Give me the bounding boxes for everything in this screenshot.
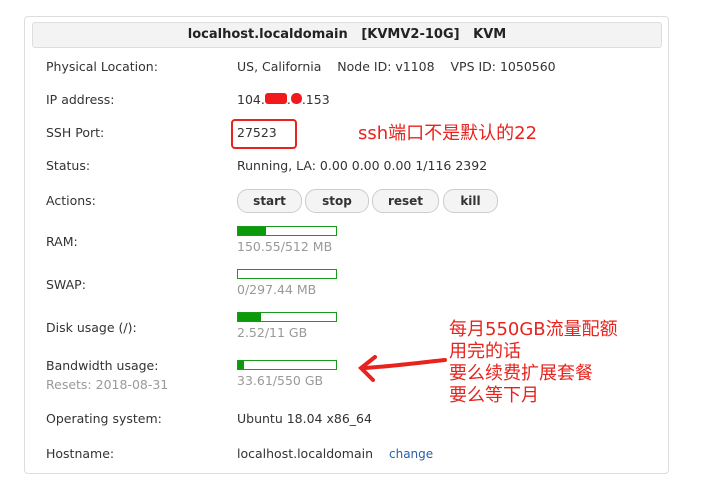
redacted <box>290 93 302 104</box>
os-label: Operating system: <box>46 411 162 426</box>
bandwidth-resets: Resets: 2018-08-31 <box>46 377 169 392</box>
disk-value: 2.52/11 GB <box>237 325 308 340</box>
ip-value: 104.. .153 <box>237 92 330 107</box>
ip-label: IP address: <box>46 92 115 107</box>
ram-bar <box>237 226 337 236</box>
note-line: 每月550GB流量配额 <box>449 319 618 340</box>
status-label: Status: <box>46 158 91 173</box>
bandwidth-label: Bandwidth usage: <box>46 358 159 373</box>
start-button[interactable]: start <box>237 189 302 213</box>
highlight-box <box>231 119 297 149</box>
note-line: 要么续费扩展套餐 <box>449 363 593 384</box>
ram-bar-fill <box>238 227 267 235</box>
disk-bar-fill <box>238 313 261 321</box>
kill-button[interactable]: kill <box>443 189 498 213</box>
ssh-label: SSH Port: <box>46 125 105 140</box>
location-label: Physical Location: <box>46 59 158 74</box>
redacted <box>264 93 287 104</box>
ip-suffix: .153 <box>301 92 330 107</box>
status-value: Running, LA: 0.00 0.00 0.00 1/116 2392 <box>237 158 488 173</box>
disk-bar <box>237 312 337 322</box>
actions-label: Actions: <box>46 193 96 208</box>
swap-value: 0/297.44 MB <box>237 282 317 297</box>
swap-label: SWAP: <box>46 277 86 292</box>
ram-label: RAM: <box>46 234 78 249</box>
change-hostname-link[interactable]: change <box>389 447 433 461</box>
bandwidth-bar <box>237 360 337 370</box>
ssh-annotation: ssh端口不是默认的22 <box>358 123 538 144</box>
os-value: Ubuntu 18.04 x86_64 <box>237 411 372 426</box>
bandwidth-annotation: 每月550GB流量配额 用完的话 要么续费扩展套餐 要么等下月 <box>449 319 618 407</box>
swap-bar <box>237 269 337 279</box>
ip-prefix: 104. <box>237 92 265 107</box>
vps-title: localhost.localdomain [KVMV2-10G] KVM <box>32 22 662 48</box>
note-line: 要么等下月 <box>449 385 539 406</box>
note-line: 用完的话 <box>449 341 521 362</box>
bandwidth-bar-fill <box>238 361 244 369</box>
hostname-label: Hostname: <box>46 446 115 461</box>
hostname-value: localhost.localdomain <box>237 446 374 461</box>
bandwidth-value: 33.61/550 GB <box>237 373 324 388</box>
location-value: US, California Node ID: v1108 VPS ID: 10… <box>237 59 556 74</box>
arrow-annotation <box>357 355 447 382</box>
disk-label: Disk usage (/): <box>46 320 137 335</box>
stop-button[interactable]: stop <box>305 189 369 213</box>
ram-value: 150.55/512 MB <box>237 239 333 254</box>
reset-button[interactable]: reset <box>372 189 439 213</box>
